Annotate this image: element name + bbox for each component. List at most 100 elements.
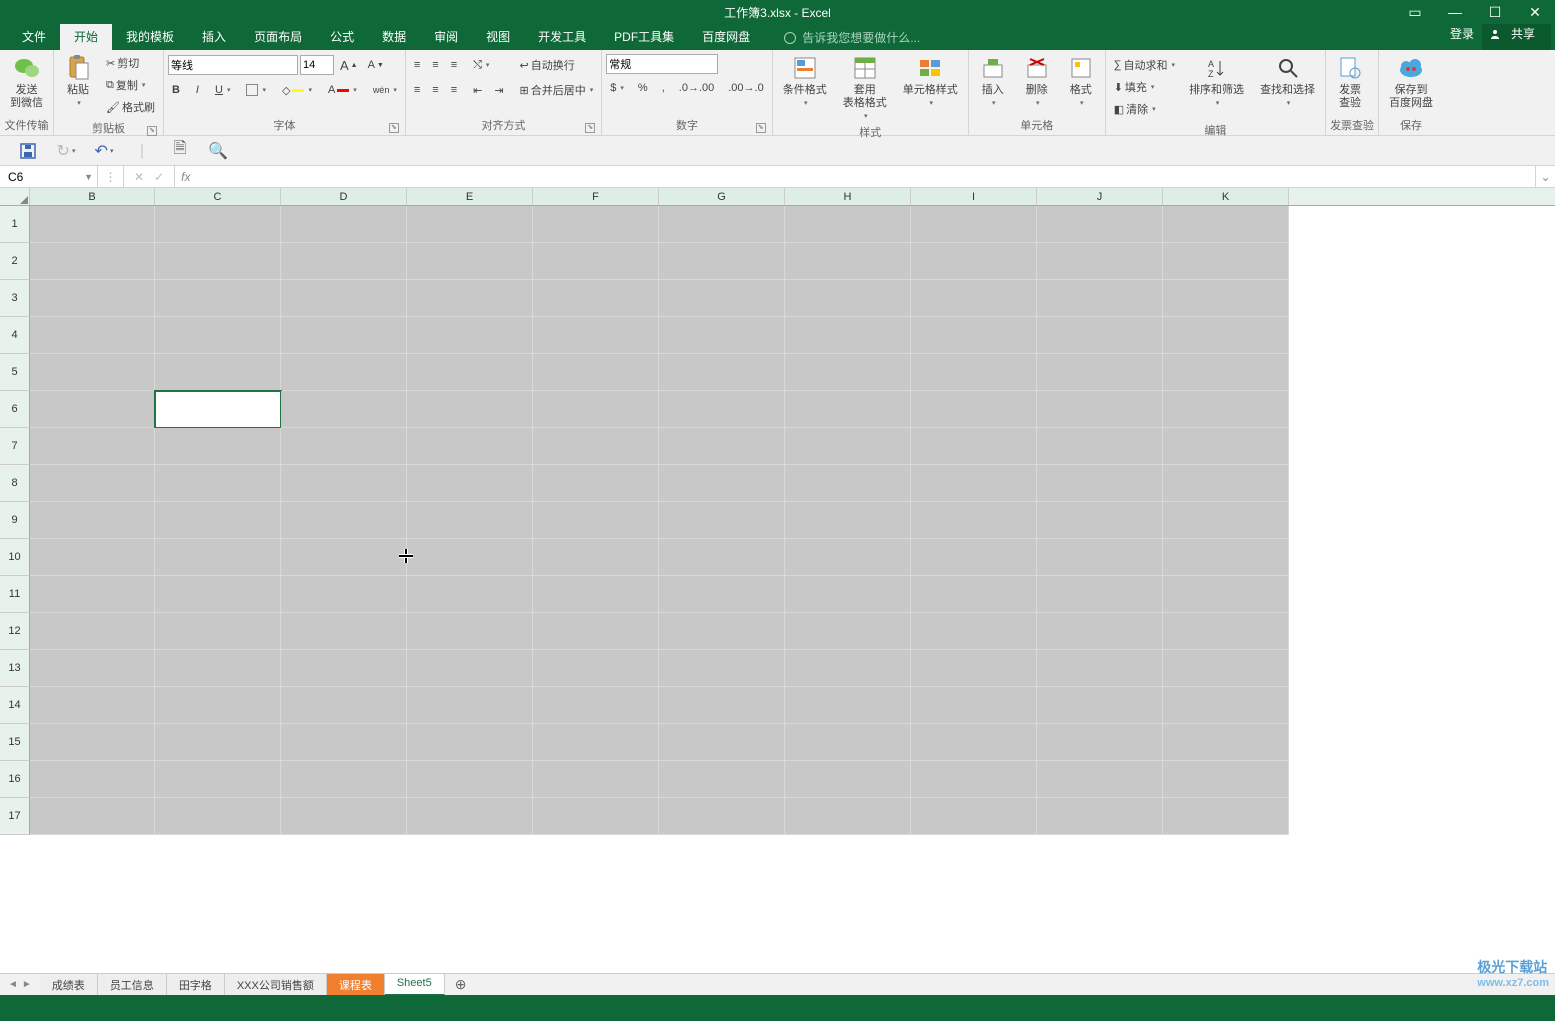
cell-J10[interactable] xyxy=(1037,539,1163,576)
cell-F10[interactable] xyxy=(533,539,659,576)
cell-G5[interactable] xyxy=(659,354,785,391)
enter-formula-button[interactable]: ✓ xyxy=(154,170,164,184)
tab-mytemplates[interactable]: 我的模板 xyxy=(112,23,188,50)
expand-formula-bar-button[interactable]: ⌄ xyxy=(1535,166,1555,187)
select-all-corner[interactable] xyxy=(0,188,30,205)
cell-G13[interactable] xyxy=(659,650,785,687)
cell-I2[interactable] xyxy=(911,243,1037,280)
align-middle-button[interactable]: ≡ xyxy=(428,57,442,73)
save-to-netdisk-button[interactable]: 保存到 百度网盘 xyxy=(1383,52,1439,112)
column-header-E[interactable]: E xyxy=(407,188,533,205)
tab-developer[interactable]: 开发工具 xyxy=(524,23,600,50)
sheet-tab-成绩表[interactable]: 成绩表 xyxy=(40,974,98,996)
decrease-font-button[interactable]: A▼ xyxy=(364,57,388,73)
number-format-combo[interactable] xyxy=(606,54,718,74)
cell-C4[interactable] xyxy=(155,317,281,354)
cell-C11[interactable] xyxy=(155,576,281,613)
cell-E14[interactable] xyxy=(407,687,533,724)
cell-G2[interactable] xyxy=(659,243,785,280)
align-bottom-button[interactable]: ≡ xyxy=(447,57,461,73)
cell-D12[interactable] xyxy=(281,613,407,650)
cell-B13[interactable] xyxy=(30,650,155,687)
percent-button[interactable]: % xyxy=(634,80,652,96)
cell-C7[interactable] xyxy=(155,428,281,465)
sort-filter-button[interactable]: AZ排序和筛选 xyxy=(1183,52,1250,109)
cell-D3[interactable] xyxy=(281,280,407,317)
minimize-button[interactable]: — xyxy=(1435,0,1475,24)
sheet-tab-课程表[interactable]: 课程表 xyxy=(327,974,385,996)
decrease-indent-button[interactable]: ⇤ xyxy=(469,82,486,99)
cell-C13[interactable] xyxy=(155,650,281,687)
cell-G14[interactable] xyxy=(659,687,785,724)
cell-I3[interactable] xyxy=(911,280,1037,317)
cell-C6[interactable] xyxy=(155,391,281,428)
cell-B4[interactable] xyxy=(30,317,155,354)
invoice-check-button[interactable]: 发票 查验 xyxy=(1330,52,1370,112)
italic-button[interactable]: I xyxy=(192,82,203,98)
cell-I7[interactable] xyxy=(911,428,1037,465)
cell-I9[interactable] xyxy=(911,502,1037,539)
cell-B11[interactable] xyxy=(30,576,155,613)
cell-I11[interactable] xyxy=(911,576,1037,613)
cell-I6[interactable] xyxy=(911,391,1037,428)
cell-B1[interactable] xyxy=(30,206,155,243)
cell-F3[interactable] xyxy=(533,280,659,317)
spreadsheet-grid[interactable]: BCDEFGHIJK 1234567891011121314151617 xyxy=(0,188,1555,838)
cell-I17[interactable] xyxy=(911,798,1037,835)
autosum-button[interactable]: ∑自动求和 xyxy=(1110,54,1179,76)
cell-C2[interactable] xyxy=(155,243,281,280)
align-center-button[interactable]: ≡ xyxy=(428,82,442,98)
cell-B15[interactable] xyxy=(30,724,155,761)
cell-G6[interactable] xyxy=(659,391,785,428)
column-header-B[interactable]: B xyxy=(30,188,155,205)
cell-J7[interactable] xyxy=(1037,428,1163,465)
cell-E5[interactable] xyxy=(407,354,533,391)
cell-D10[interactable] xyxy=(281,539,407,576)
sheet-tab-Sheet5[interactable]: Sheet5 xyxy=(385,974,445,996)
row-header-17[interactable]: 17 xyxy=(0,798,30,835)
cell-K2[interactable] xyxy=(1163,243,1289,280)
cell-B14[interactable] xyxy=(30,687,155,724)
maximize-button[interactable]: ☐ xyxy=(1475,0,1515,24)
sheet-tab-田字格[interactable]: 田字格 xyxy=(167,974,225,996)
cell-F7[interactable] xyxy=(533,428,659,465)
cell-F14[interactable] xyxy=(533,687,659,724)
format-cells-button[interactable]: 格式 xyxy=(1061,52,1101,109)
cell-E15[interactable] xyxy=(407,724,533,761)
cell-G7[interactable] xyxy=(659,428,785,465)
borders-button[interactable] xyxy=(242,82,270,98)
cell-F5[interactable] xyxy=(533,354,659,391)
cell-D13[interactable] xyxy=(281,650,407,687)
cell-F2[interactable] xyxy=(533,243,659,280)
cell-C10[interactable] xyxy=(155,539,281,576)
column-header-H[interactable]: H xyxy=(785,188,911,205)
align-right-button[interactable]: ≡ xyxy=(447,82,461,98)
cell-K17[interactable] xyxy=(1163,798,1289,835)
row-header-12[interactable]: 12 xyxy=(0,613,30,650)
cell-E9[interactable] xyxy=(407,502,533,539)
cell-J1[interactable] xyxy=(1037,206,1163,243)
row-header-1[interactable]: 1 xyxy=(0,206,30,243)
cell-K16[interactable] xyxy=(1163,761,1289,798)
cell-styles-button[interactable]: 单元格样式 xyxy=(897,52,964,109)
tab-view[interactable]: 视图 xyxy=(472,23,524,50)
increase-decimal-button[interactable]: .0→.00 xyxy=(675,80,718,96)
tab-pagelayout[interactable]: 页面布局 xyxy=(240,23,316,50)
redo-button[interactable]: ↻ xyxy=(56,141,76,161)
cell-F13[interactable] xyxy=(533,650,659,687)
cell-D1[interactable] xyxy=(281,206,407,243)
cell-E7[interactable] xyxy=(407,428,533,465)
cell-E2[interactable] xyxy=(407,243,533,280)
cell-F6[interactable] xyxy=(533,391,659,428)
cell-B3[interactable] xyxy=(30,280,155,317)
cell-K6[interactable] xyxy=(1163,391,1289,428)
cell-F9[interactable] xyxy=(533,502,659,539)
cell-E8[interactable] xyxy=(407,465,533,502)
cell-J6[interactable] xyxy=(1037,391,1163,428)
cell-D6[interactable] xyxy=(281,391,407,428)
cell-C15[interactable] xyxy=(155,724,281,761)
send-to-wechat-button[interactable]: 发送 到微信 xyxy=(4,52,49,112)
cell-E17[interactable] xyxy=(407,798,533,835)
cell-H4[interactable] xyxy=(785,317,911,354)
cell-H14[interactable] xyxy=(785,687,911,724)
